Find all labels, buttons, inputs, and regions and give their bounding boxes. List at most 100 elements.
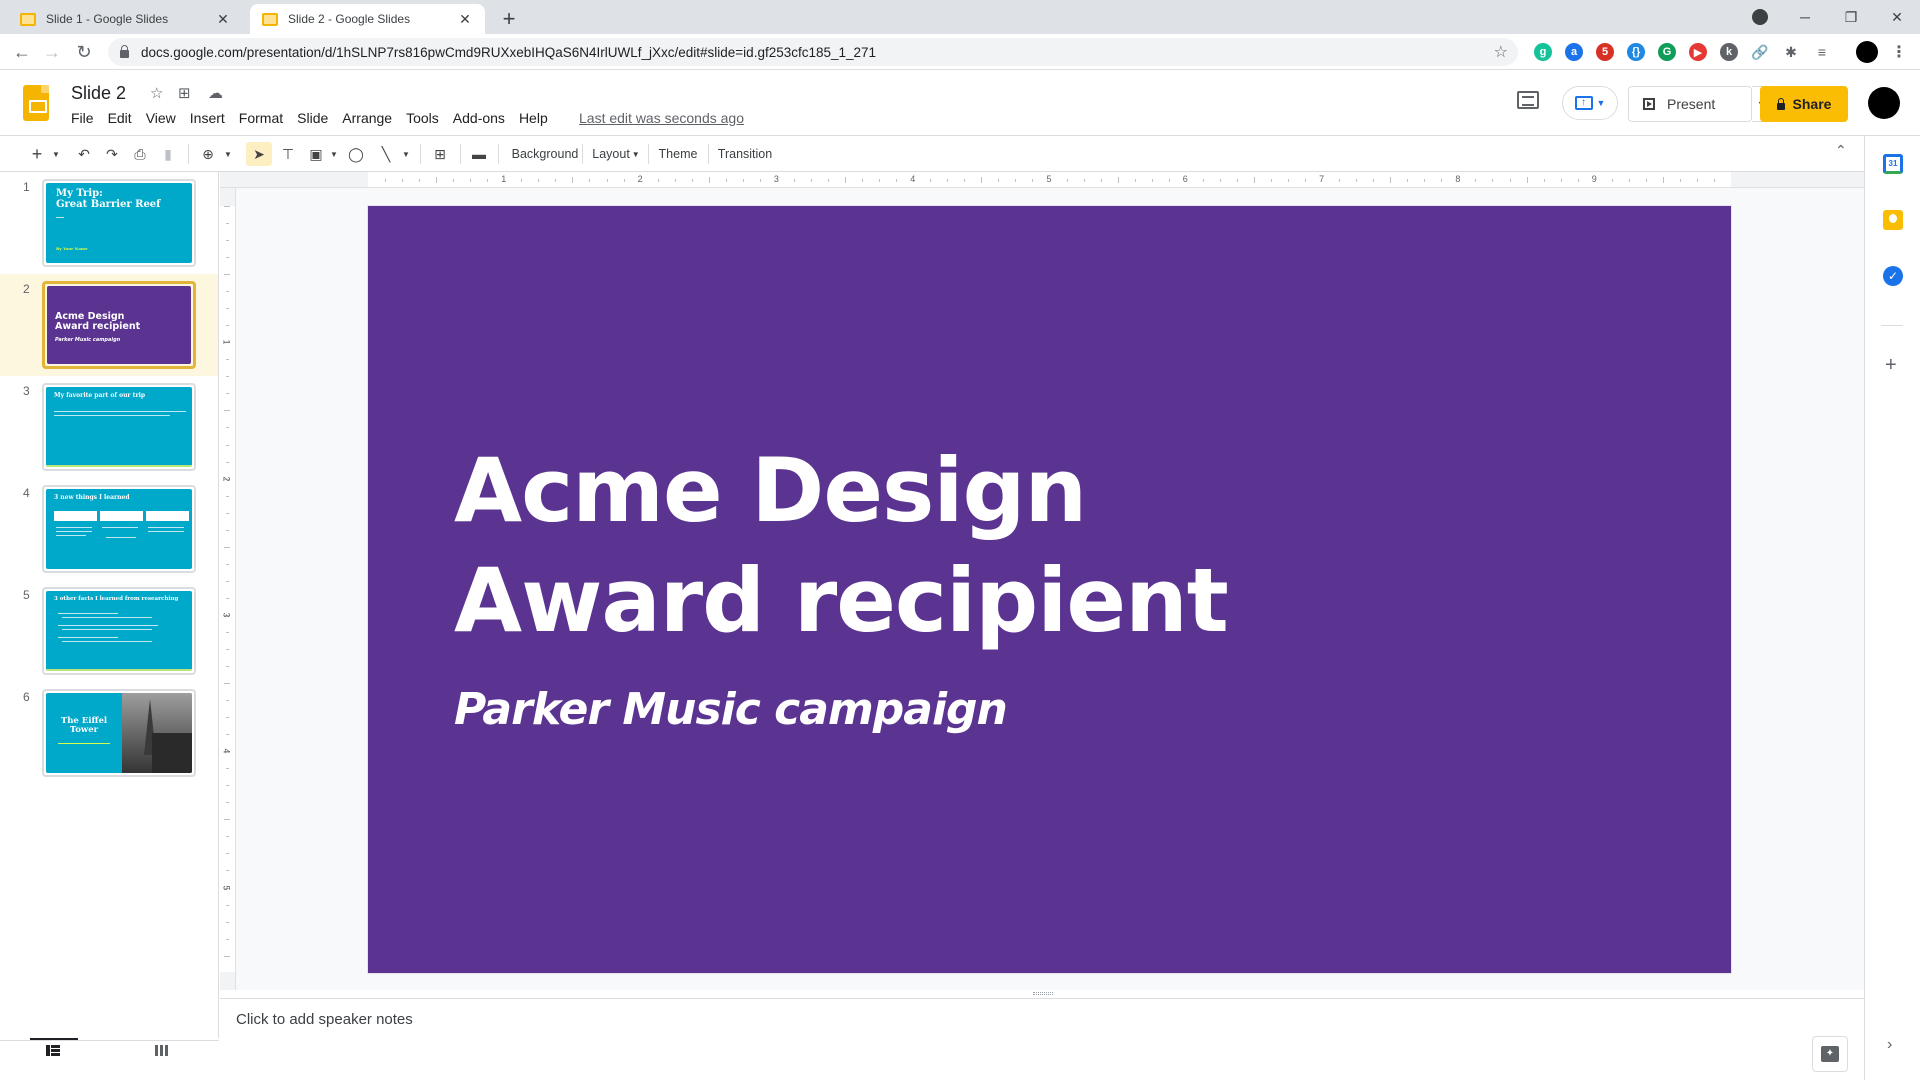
- menu-insert[interactable]: Insert: [183, 110, 232, 126]
- document-title[interactable]: Slide 2: [71, 83, 126, 104]
- menu-file[interactable]: File: [64, 110, 101, 126]
- meet-present-button[interactable]: ↑ ▼: [1562, 86, 1618, 120]
- last-edit-link[interactable]: Last edit was seconds ago: [579, 110, 744, 126]
- grammarly-icon[interactable]: g: [1534, 43, 1552, 61]
- calendar-icon[interactable]: 31: [1883, 154, 1903, 174]
- slide-title-textbox[interactable]: Acme Design Award recipient: [454, 436, 1229, 656]
- media-extension-icon[interactable]: ≡: [1813, 43, 1831, 61]
- ruler-tick: [1288, 179, 1290, 182]
- background-button[interactable]: Background: [504, 142, 586, 166]
- new-slide-layout-dropdown[interactable]: ▼: [50, 142, 62, 166]
- menu-add-ons[interactable]: Add-ons: [446, 110, 512, 126]
- g-extension-icon[interactable]: G: [1658, 43, 1676, 61]
- thumb-body-line: [58, 613, 118, 614]
- zoom-icon[interactable]: ⊕: [196, 142, 220, 166]
- link-extension-icon[interactable]: 🔗: [1751, 43, 1769, 61]
- menu-arrange[interactable]: Arrange: [335, 110, 399, 126]
- redo-icon[interactable]: ↷: [100, 142, 124, 166]
- cloud-saved-icon[interactable]: ☁: [208, 84, 223, 102]
- keep-icon[interactable]: [1883, 210, 1903, 230]
- print-icon[interactable]: ⎙: [128, 142, 152, 166]
- current-slide[interactable]: Acme Design Award recipient Parker Music…: [368, 206, 1731, 973]
- new-tab-button[interactable]: +: [496, 6, 522, 32]
- menu-edit[interactable]: Edit: [101, 110, 139, 126]
- comment-history-icon[interactable]: [1517, 91, 1539, 109]
- theme-button[interactable]: Theme: [652, 142, 704, 166]
- ruler-tick: [224, 546, 230, 548]
- close-tab-icon[interactable]: ✕: [215, 11, 231, 28]
- ruler-tick: [725, 179, 727, 182]
- image-icon[interactable]: ▣: [304, 142, 328, 166]
- slides-logo-icon[interactable]: [23, 85, 49, 121]
- select-cursor-icon[interactable]: ➤: [246, 142, 272, 166]
- explore-button[interactable]: ✦: [1812, 1036, 1848, 1072]
- tab-search-icon[interactable]: [1752, 9, 1768, 25]
- slide-thumbnail-5[interactable]: 5 3 other facts I learned from researchi…: [0, 580, 218, 682]
- slide-thumbnail-6[interactable]: 6 The Eiffel Tower: [0, 682, 218, 784]
- meeting-extension-icon[interactable]: 5: [1596, 43, 1614, 61]
- slide-thumbnail-1[interactable]: 1 My Trip: Great Barrier Reef By Your Na…: [0, 172, 218, 274]
- input-tools-keyboard-icon[interactable]: ▬: [466, 142, 492, 166]
- speaker-notes-placeholder[interactable]: Click to add speaker notes: [236, 1011, 413, 1028]
- a-extension-icon[interactable]: a: [1565, 43, 1583, 61]
- forward-arrow-icon[interactable]: →: [40, 40, 64, 64]
- puzzle-extension-icon[interactable]: ✱: [1782, 43, 1800, 61]
- image-dropdown[interactable]: ▼: [328, 142, 340, 166]
- layout-button[interactable]: Layout ▼: [588, 142, 644, 166]
- menu-tools[interactable]: Tools: [399, 110, 446, 126]
- horizontal-ruler[interactable]: 1 2 3 4 5 6 7 8 9: [220, 172, 1864, 188]
- css-extension-icon[interactable]: {}: [1627, 43, 1645, 61]
- line-icon[interactable]: ╲: [374, 142, 398, 166]
- restore-icon[interactable]: ❐: [1828, 0, 1874, 34]
- get-add-ons-icon[interactable]: +: [1885, 354, 1897, 377]
- back-arrow-icon[interactable]: ←: [10, 40, 34, 64]
- filmstrip-view-icon[interactable]: [38, 1040, 68, 1060]
- menu-format[interactable]: Format: [232, 110, 290, 126]
- vertical-ruler[interactable]: 1 2 3 4 5: [220, 188, 236, 990]
- slide-thumbnail-2[interactable]: 2 Acme Design Award recipient Parker Mus…: [0, 274, 218, 376]
- browser-tab-bar: Slide 1 - Google Slides ✕ Slide 2 - Goog…: [0, 0, 1920, 34]
- shape-icon[interactable]: ◯: [344, 142, 368, 166]
- browser-tab-slide-2[interactable]: Slide 2 - Google Slides ✕: [250, 4, 485, 34]
- profile-avatar[interactable]: [1856, 41, 1878, 63]
- grid-view-icon[interactable]: [146, 1040, 176, 1060]
- collapse-menus-icon[interactable]: ⌃: [1835, 142, 1847, 159]
- star-icon[interactable]: ☆: [150, 84, 163, 102]
- url-field[interactable]: docs.google.com/presentation/d/1hSLNP7rs…: [108, 38, 1518, 66]
- new-slide-icon[interactable]: +: [26, 142, 48, 166]
- close-window-icon[interactable]: ✕: [1874, 0, 1920, 34]
- paint-format-icon[interactable]: ▮: [156, 142, 180, 166]
- line-dropdown[interactable]: ▼: [400, 142, 412, 166]
- share-button[interactable]: Share: [1760, 86, 1848, 122]
- speaker-notes-panel[interactable]: Click to add speaker notes: [220, 998, 1864, 1080]
- move-folder-icon[interactable]: ⊞: [178, 84, 191, 102]
- text-box-icon[interactable]: ⊤: [276, 142, 300, 166]
- menu-view[interactable]: View: [139, 110, 183, 126]
- more-menu-icon[interactable]: ⋮: [1890, 43, 1908, 61]
- notes-resize-handle[interactable]: [1033, 992, 1053, 995]
- menu-slide[interactable]: Slide: [290, 110, 335, 126]
- slide-subtitle-textbox[interactable]: Parker Music campaign: [454, 684, 1008, 735]
- ruler-tick: [896, 179, 898, 182]
- transition-button[interactable]: Transition: [712, 142, 778, 166]
- tasks-icon[interactable]: ✓: [1883, 266, 1903, 286]
- bookmark-star-icon[interactable]: ☆: [1494, 42, 1508, 62]
- reload-icon[interactable]: ↻: [72, 40, 96, 64]
- add-comment-icon[interactable]: ⊞: [428, 142, 452, 166]
- show-side-panel-icon[interactable]: ›: [1887, 1036, 1892, 1054]
- ruler-number: 5: [1046, 174, 1052, 184]
- upload-present-icon: ↑: [1574, 96, 1593, 110]
- present-button[interactable]: Present: [1628, 86, 1752, 122]
- zoom-dropdown[interactable]: ▼: [222, 142, 234, 166]
- close-tab-icon[interactable]: ✕: [457, 11, 473, 28]
- ruler-tick: [226, 631, 229, 633]
- undo-icon[interactable]: ↶: [72, 142, 96, 166]
- menu-help[interactable]: Help: [512, 110, 555, 126]
- slide-thumbnail-4[interactable]: 4 3 new things I learned: [0, 478, 218, 580]
- browser-tab-slide-1[interactable]: Slide 1 - Google Slides ✕: [8, 4, 243, 34]
- cursor-extension-icon[interactable]: k: [1720, 43, 1738, 61]
- minimize-icon[interactable]: ─: [1782, 0, 1828, 34]
- account-avatar[interactable]: [1868, 87, 1900, 119]
- video-extension-icon[interactable]: ▶: [1689, 43, 1707, 61]
- slide-thumbnail-3[interactable]: 3 My favorite part of our trip: [0, 376, 218, 478]
